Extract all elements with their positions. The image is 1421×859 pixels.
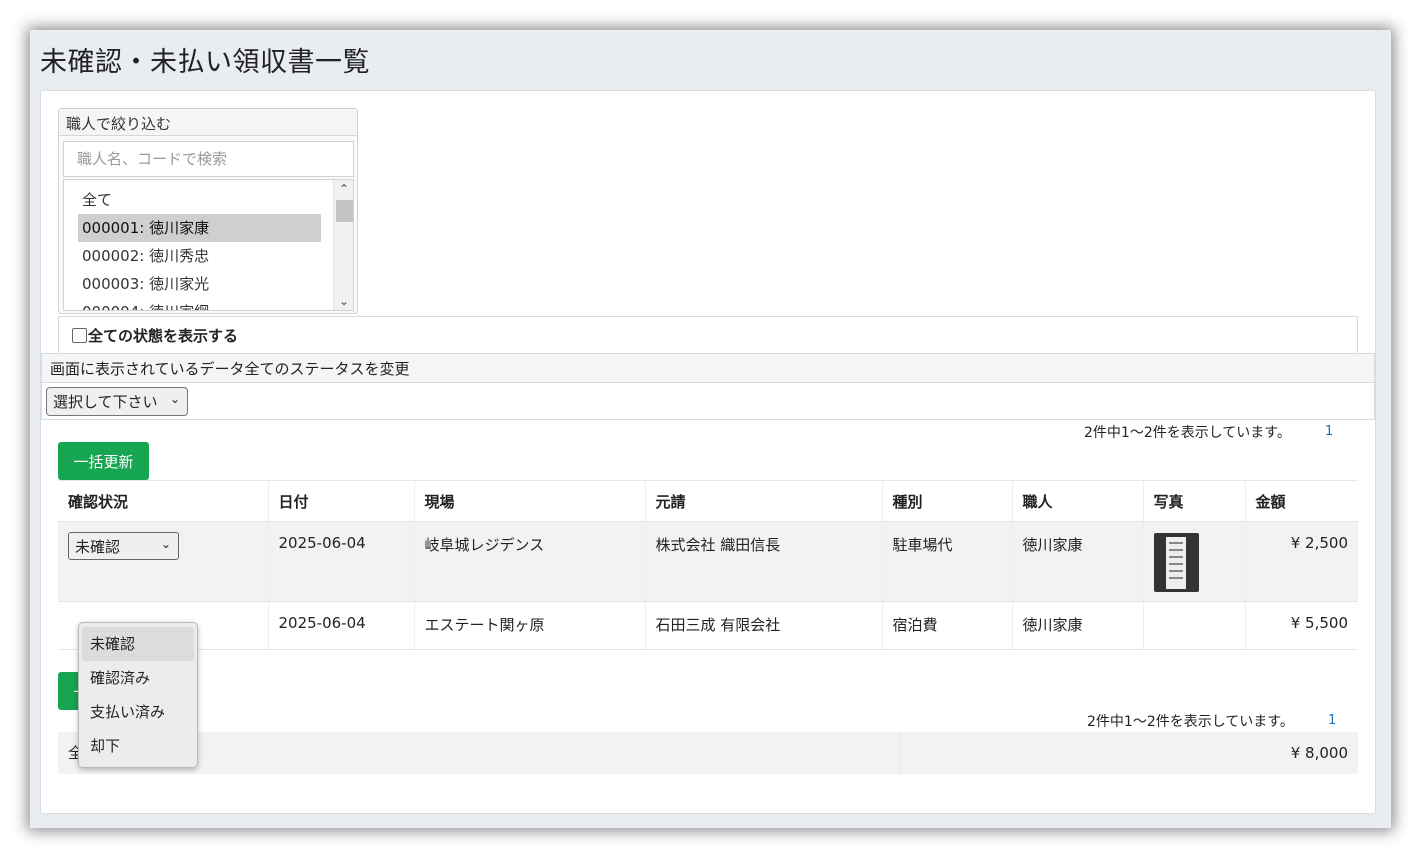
show-all-label[interactable]: 全ての状態を表示する <box>88 325 238 346</box>
worker-list-item-000003[interactable]: 000003: 徳川家光 <box>78 270 321 298</box>
show-all-checkbox[interactable] <box>72 327 87 343</box>
app-window: 未確認・未払い領収書一覧 職人で絞り込む 全て 000001: 徳川家康 000… <box>30 30 1391 828</box>
worker-cell: 徳川家康 <box>1011 521 1143 602</box>
bulk-update-button-top[interactable]: 一括更新 <box>58 442 149 480</box>
col-date: 日付 <box>267 480 414 522</box>
chevron-down-icon[interactable]: ⌄ <box>334 292 353 310</box>
col-worker: 職人 <box>1011 480 1143 522</box>
col-status: 確認状況 <box>58 480 268 522</box>
page-link-bottom[interactable]: 1 <box>1328 713 1336 728</box>
chevron-down-icon: ⌄ <box>169 392 180 406</box>
pager-info-bottom: 2件中1〜2件を表示しています。 <box>1087 714 1294 730</box>
contractor-cell: 株式会社 織田信長 <box>644 521 882 602</box>
col-contractor: 元請 <box>644 480 882 522</box>
col-site: 現場 <box>413 480 645 522</box>
status-option-confirmed[interactable]: 確認済み <box>82 661 194 695</box>
page-link-top[interactable]: 1 <box>1325 424 1333 439</box>
page-title: 未確認・未払い領収書一覧 <box>40 47 370 78</box>
status-option-unconfirmed[interactable]: 未確認 <box>82 627 194 661</box>
amount-cell: ¥ 2,500 <box>1244 521 1358 602</box>
type-cell: 宿泊費 <box>881 601 1012 650</box>
status-cell: 未確認 ⌄ <box>58 521 268 602</box>
worker-list-item-000002[interactable]: 000002: 徳川秀忠 <box>78 242 321 270</box>
total-row: 全ての合計金額 ¥ 8,000 <box>58 732 1358 774</box>
bulk-status-select[interactable]: 選択して下さい ⌄ <box>46 387 188 416</box>
total-value: ¥ 8,000 <box>1290 744 1348 762</box>
pager-info-top: 2件中1〜2件を表示しています。 <box>1084 425 1291 441</box>
table-row: 2025-06-04 エステート関ヶ原 石田三成 有限会社 宿泊費 徳川家康 ¥… <box>58 601 1358 650</box>
chevron-up-icon[interactable]: ⌃ <box>334 180 353 198</box>
worker-list-item-000001[interactable]: 000001: 徳川家康 <box>78 214 321 242</box>
amount-cell: ¥ 5,500 <box>1244 601 1358 650</box>
worker-list-scrollbar[interactable]: ⌃ ⌄ <box>333 180 353 310</box>
receipt-paper <box>1165 537 1186 589</box>
status-dropdown-menu: 未確認 確認済み 支払い済み 却下 <box>78 622 198 768</box>
worker-search-input[interactable] <box>63 141 354 177</box>
worker-list[interactable]: 全て 000001: 徳川家康 000002: 徳川秀忠 000003: 徳川家… <box>63 179 354 311</box>
col-amount: 金額 <box>1244 480 1358 522</box>
bulk-status-header: 画面に表示されているデータ全てのステータスを変更 <box>42 354 1374 383</box>
col-photo: 写真 <box>1142 480 1245 522</box>
status-option-rejected[interactable]: 却下 <box>82 729 194 763</box>
status-select[interactable]: 未確認 ⌄ <box>68 532 179 560</box>
scrollbar-thumb[interactable] <box>336 200 353 222</box>
chevron-down-icon: ⌄ <box>160 537 171 551</box>
bulk-status-select-value: 選択して下さい <box>53 393 158 411</box>
bulk-status-panel: 画面に表示されているデータ全てのステータスを変更 選択して下さい ⌄ <box>41 353 1375 420</box>
type-cell: 駐車場代 <box>881 521 1012 602</box>
receipt-photo-thumbnail[interactable] <box>1153 533 1199 592</box>
date-cell: 2025-06-04 <box>267 521 414 602</box>
show-all-status-row: 全ての状態を表示する <box>58 316 1358 354</box>
content-card: 職人で絞り込む 全て 000001: 徳川家康 000002: 徳川秀忠 000… <box>40 90 1376 814</box>
contractor-cell: 石田三成 有限会社 <box>644 601 882 650</box>
filter-header: 職人で絞り込む <box>59 109 357 136</box>
status-select-value: 未確認 <box>75 538 121 556</box>
worker-filter-panel: 職人で絞り込む 全て 000001: 徳川家康 000002: 徳川秀忠 000… <box>58 108 358 314</box>
photo-cell <box>1142 601 1245 650</box>
worker-list-item-000004[interactable]: 000004: 徳川家綱 <box>78 298 321 310</box>
table-header-row: 確認状況 日付 現場 元請 種別 職人 写真 金額 <box>58 480 1358 522</box>
col-type: 種別 <box>881 480 1012 522</box>
worker-list-item-all[interactable]: 全て <box>78 186 321 214</box>
site-cell: 岐阜城レジデンス <box>413 521 645 602</box>
photo-cell <box>1142 521 1245 602</box>
worker-cell: 徳川家康 <box>1011 601 1143 650</box>
table-row: 未確認 ⌄ 2025-06-04 岐阜城レジデンス 株式会社 織田信長 駐車場代… <box>58 521 1358 602</box>
date-cell: 2025-06-04 <box>267 601 414 650</box>
status-option-paid[interactable]: 支払い済み <box>82 695 194 729</box>
site-cell: エステート関ヶ原 <box>413 601 645 650</box>
receipts-table: 確認状況 日付 現場 元請 種別 職人 写真 金額 未確認 ⌄ 2025-06-… <box>58 480 1358 650</box>
